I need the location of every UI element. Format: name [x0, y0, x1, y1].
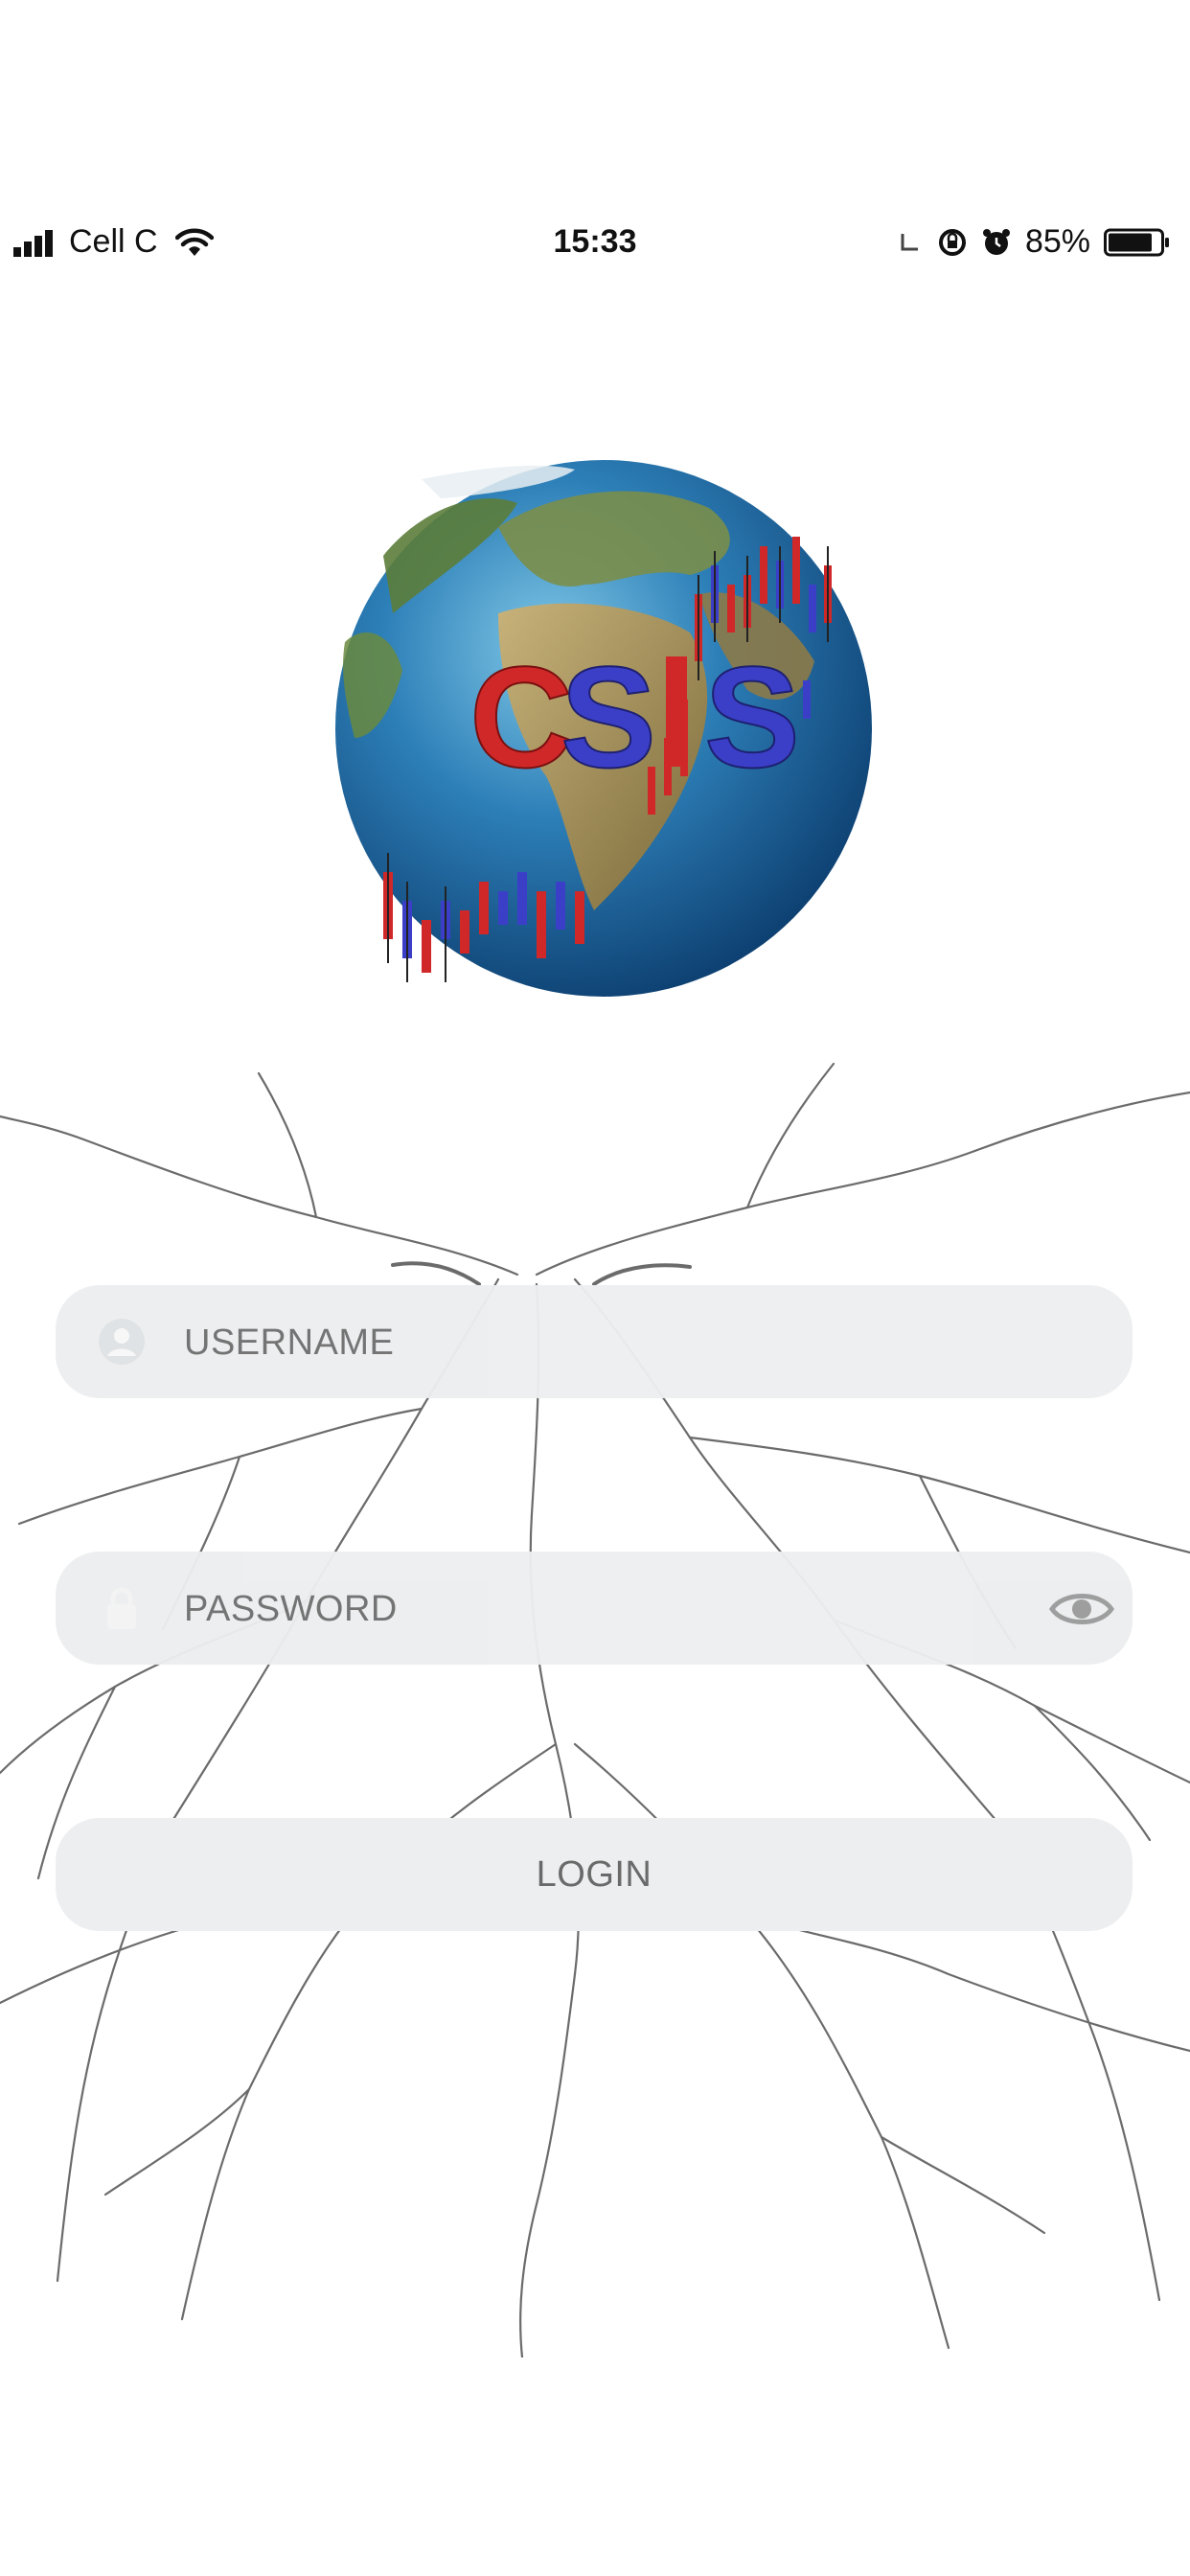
login-button[interactable]: LOGIN: [56, 1818, 1133, 1931]
alarm-icon: [982, 228, 1010, 255]
svg-text:S: S: [561, 636, 656, 797]
battery-percent: 85%: [1024, 223, 1090, 260]
password-field[interactable]: [56, 1552, 1133, 1667]
lock-icon: [107, 1587, 136, 1629]
username-input[interactable]: [182, 1285, 1048, 1400]
svg-text:C: C: [469, 636, 573, 797]
eye-icon[interactable]: [1048, 1580, 1115, 1638]
svg-text:S: S: [704, 636, 800, 797]
status-bar-right: 85%: [899, 223, 1171, 261]
password-input[interactable]: [182, 1552, 1048, 1667]
username-field[interactable]: [56, 1285, 1133, 1400]
user-icon: [99, 1319, 145, 1365]
rotation-lock-icon: [938, 228, 966, 256]
csis-globe-logo: C S S: [335, 460, 872, 997]
status-bar: Cell C 15:33 85%: [0, 216, 1190, 283]
battery-icon: [1104, 228, 1169, 256]
moon-icon: [901, 233, 918, 250]
status-time: 15:33: [553, 223, 637, 260]
